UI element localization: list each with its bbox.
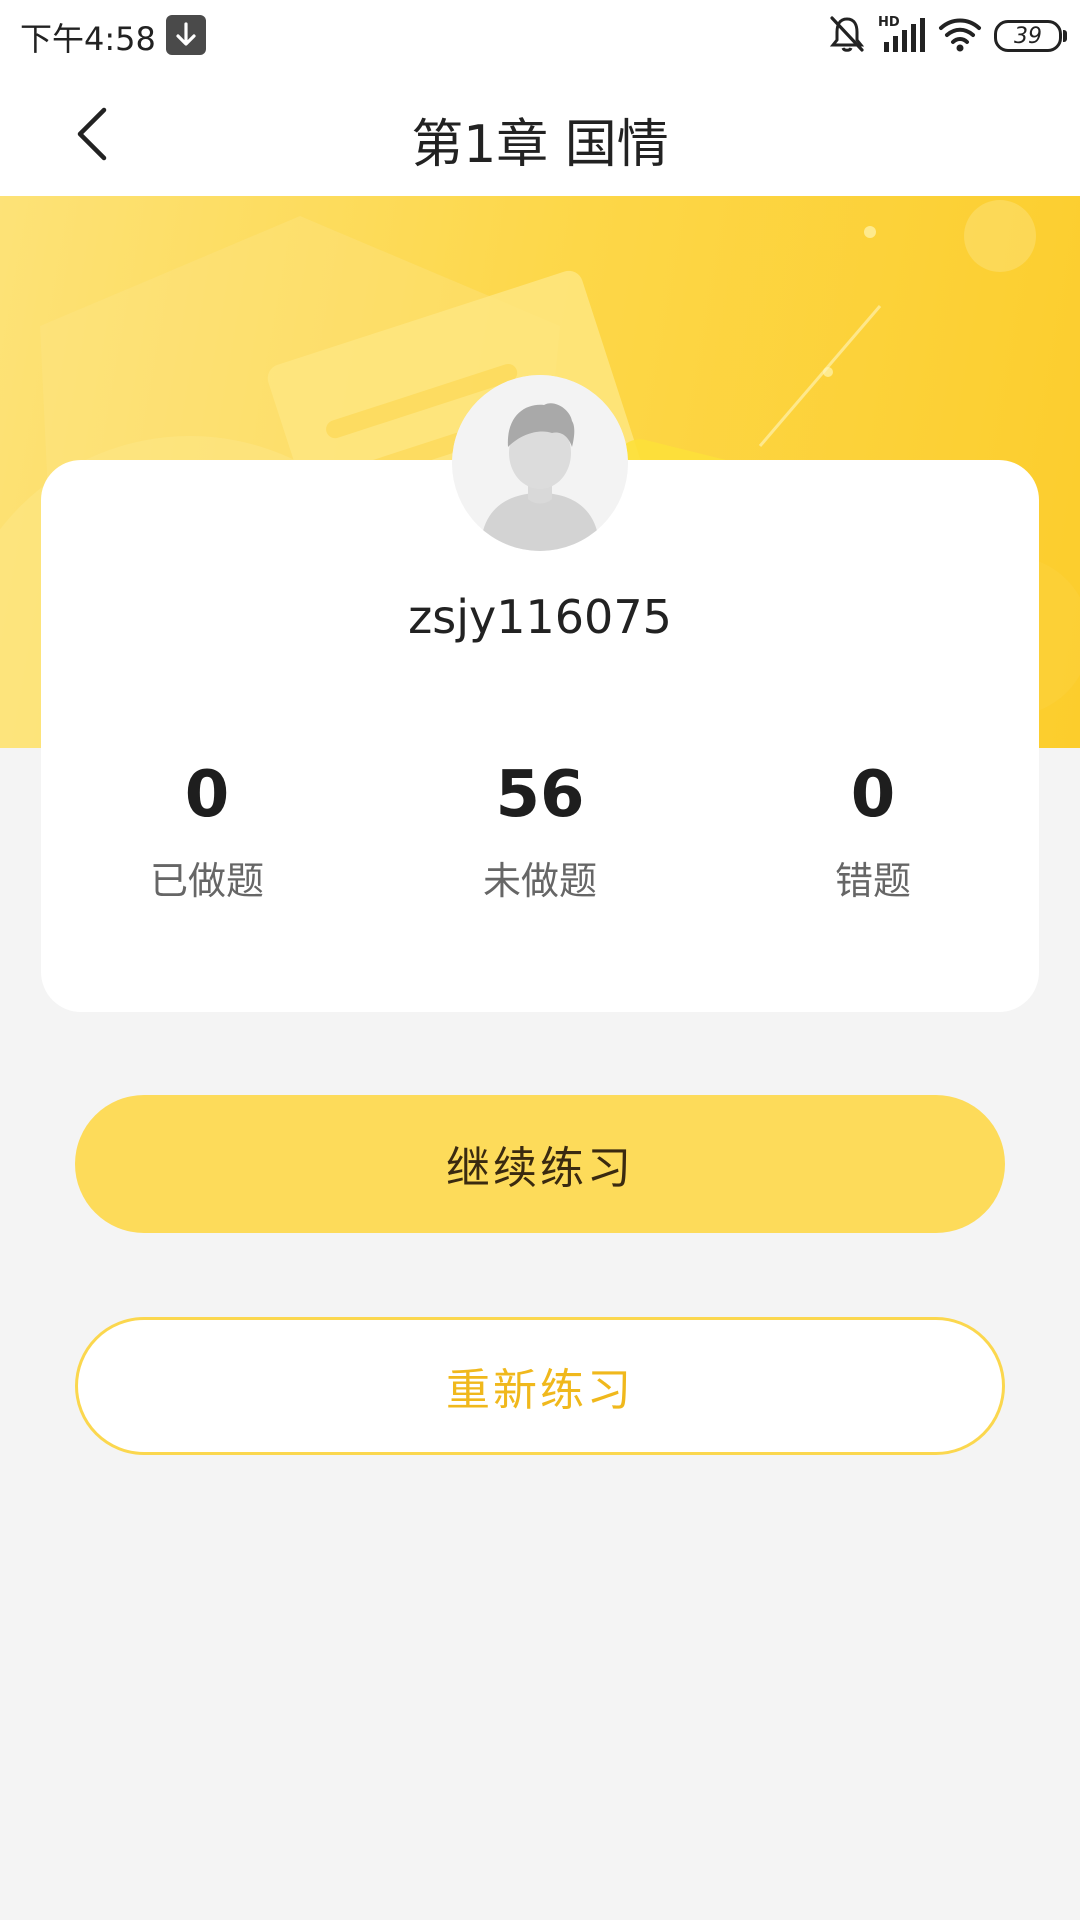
- stat-wrong-label: 错题: [834, 859, 911, 903]
- download-icon: [166, 15, 206, 55]
- hd-signal-icon: HD: [878, 14, 926, 58]
- battery-level: 39: [1014, 23, 1042, 49]
- stat-wrong[interactable]: 0 错题: [707, 760, 1039, 905]
- stat-done-label: 已做题: [149, 859, 264, 903]
- restart-practice-button[interactable]: 重新练习: [75, 1317, 1005, 1455]
- stat-undone-count: 56: [495, 758, 585, 832]
- status-icons: HD 39: [816, 12, 1067, 60]
- username: zsjy116075: [408, 590, 672, 644]
- page-title: 第1章 国情: [411, 115, 669, 175]
- battery-icon: 39: [994, 20, 1067, 52]
- stat-done-count: 0: [184, 758, 230, 832]
- continue-practice-button[interactable]: 继续练习: [75, 1095, 1005, 1233]
- status-time: 下午4:58: [20, 20, 156, 58]
- default-user-avatar-icon: [452, 375, 628, 551]
- mute-icon: [828, 14, 866, 58]
- stat-undone[interactable]: 56 未做题: [374, 760, 706, 905]
- status-bar: 下午4:58 HD 39: [0, 0, 1080, 72]
- svg-text:HD: HD: [878, 15, 900, 30]
- header-bar: 第1章 国情: [0, 72, 1080, 196]
- stat-wrong-count: 0: [850, 758, 896, 832]
- stat-done[interactable]: 0 已做题: [41, 760, 373, 905]
- stat-undone-label: 未做题: [482, 859, 597, 903]
- wifi-icon: [938, 14, 982, 58]
- avatar: [452, 375, 628, 551]
